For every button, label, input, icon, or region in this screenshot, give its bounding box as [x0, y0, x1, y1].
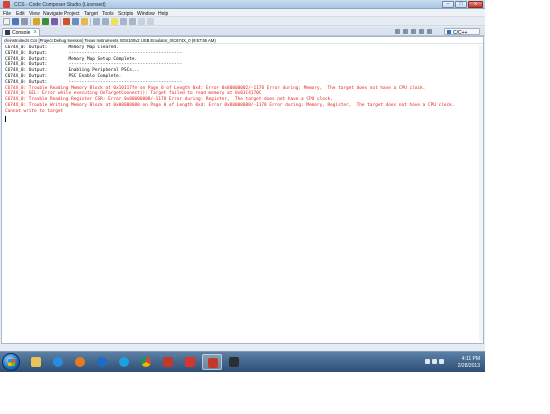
run-icon[interactable]	[63, 18, 70, 25]
console-session-title: cfeinstruited4 Ccs [Project Debug Sessio…	[4, 37, 216, 43]
history-icon[interactable]	[129, 18, 136, 25]
window-title: CCS - Code Composer Studio (Licensed)	[14, 1, 106, 8]
console-scrollbar[interactable]	[479, 45, 483, 341]
internet-explorer-icon	[53, 357, 63, 367]
console-error-line: Cannot write to target	[5, 108, 64, 114]
media-player-icon	[97, 357, 107, 367]
taskbar-internet-explorer[interactable]	[48, 354, 68, 370]
taskbar-firefox[interactable]	[70, 354, 90, 370]
close-button[interactable]: x	[468, 1, 483, 8]
print-icon[interactable]	[21, 18, 28, 25]
clock-time[interactable]: 4:11 PM	[462, 356, 480, 362]
skype-icon	[119, 357, 129, 367]
toolbar-separator	[90, 18, 91, 25]
volume-icon[interactable]	[439, 359, 444, 364]
folder-icon	[31, 357, 41, 367]
menu-target[interactable]: Target	[84, 11, 98, 17]
taskbar-explorer[interactable]	[26, 354, 46, 370]
toolbar-separator	[30, 18, 31, 25]
minimize-button[interactable]: –	[442, 1, 454, 8]
ccs-app-icon	[3, 1, 10, 8]
menu-file[interactable]: File	[3, 11, 11, 17]
chrome-icon	[141, 357, 151, 367]
menu-navigate[interactable]: Navigate	[43, 11, 63, 17]
menu-project[interactable]: Project	[64, 11, 80, 17]
perspective-label: C/C++	[453, 29, 468, 36]
minimize-view-icon[interactable]	[427, 29, 432, 34]
build-icon[interactable]	[33, 18, 40, 25]
taskbar: 4:11 PM 2/28/2013	[0, 351, 485, 372]
console-view: cfeinstruited4 Ccs [Project Debug Sessio…	[1, 36, 484, 344]
ccs-icon	[208, 358, 218, 368]
taskbar-skype[interactable]	[114, 354, 134, 370]
tab-close-icon[interactable]: x	[34, 29, 37, 35]
toolbar-separator	[60, 18, 61, 25]
console-session-header: cfeinstruited4 Ccs [Project Debug Sessio…	[2, 37, 483, 44]
text-cursor	[5, 115, 6, 122]
nav-icon[interactable]	[138, 18, 145, 25]
new-file-icon[interactable]	[3, 18, 10, 25]
taskbar-chrome[interactable]	[136, 354, 156, 370]
network-icon[interactable]	[432, 359, 437, 364]
taskbar-ccs-active[interactable]	[202, 354, 222, 370]
scroll-lock-icon[interactable]	[403, 29, 408, 34]
menu-window[interactable]: Window	[137, 11, 155, 17]
menu-bar: File Edit View Navigate Project Target T…	[0, 9, 485, 17]
connect-icon[interactable]	[51, 18, 58, 25]
title-bar: CCS - Code Composer Studio (Licensed) – …	[0, 0, 485, 9]
tab-console-label: Console	[12, 29, 31, 36]
acrobat-icon	[185, 357, 195, 367]
toolbar	[0, 17, 485, 26]
view-tab-strip: Console x C/C++	[0, 27, 485, 36]
menu-tools[interactable]: Tools	[102, 11, 114, 17]
link-icon[interactable]	[120, 18, 127, 25]
pin-console-icon[interactable]	[411, 29, 416, 34]
menu-edit[interactable]: Edit	[16, 11, 25, 17]
menu-scripts[interactable]: Scripts	[118, 11, 133, 17]
cpp-perspective-icon	[447, 30, 451, 34]
system-tray: 4:11 PM 2/28/2013	[423, 354, 483, 371]
taskbar-acrobat[interactable]	[180, 354, 200, 370]
ccs-icon	[163, 357, 173, 367]
save-icon[interactable]	[12, 18, 19, 25]
console-output[interactable]: C674X_0: Output: Memory Map Cleared. C674…	[5, 45, 483, 341]
show-hidden-icon[interactable]	[425, 359, 430, 364]
menu-help[interactable]: Help	[158, 11, 168, 17]
search-icon[interactable]	[72, 18, 79, 25]
back-icon[interactable]	[93, 18, 100, 25]
terminal-icon	[229, 357, 239, 367]
folder-icon[interactable]	[81, 18, 88, 25]
tab-console[interactable]: Console x	[2, 28, 40, 36]
desktop-screen: CCS - Code Composer Studio (Licensed) – …	[0, 0, 485, 372]
taskbar-media-player[interactable]	[92, 354, 112, 370]
taskbar-code-composer[interactable]	[158, 354, 178, 370]
windows-logo-icon	[8, 359, 15, 366]
clock-date[interactable]: 2/28/2013	[458, 363, 480, 369]
forward-icon[interactable]	[102, 18, 109, 25]
console-icon	[5, 30, 10, 35]
display-console-icon[interactable]	[419, 29, 424, 34]
menu-view[interactable]: View	[29, 11, 40, 17]
firefox-icon	[75, 357, 85, 367]
clear-console-icon[interactable]	[395, 29, 400, 34]
debug-icon[interactable]	[42, 18, 49, 25]
console-error-line: C674X_0: Trouble Writing Memory Block at…	[5, 102, 455, 108]
start-button[interactable]	[2, 353, 20, 371]
nav-icon[interactable]	[147, 18, 154, 25]
pin-icon[interactable]	[111, 18, 118, 25]
taskbar-terminal[interactable]	[224, 354, 244, 370]
perspective-switcher[interactable]: C/C++	[444, 28, 480, 36]
maximize-button[interactable]: □	[455, 1, 467, 8]
